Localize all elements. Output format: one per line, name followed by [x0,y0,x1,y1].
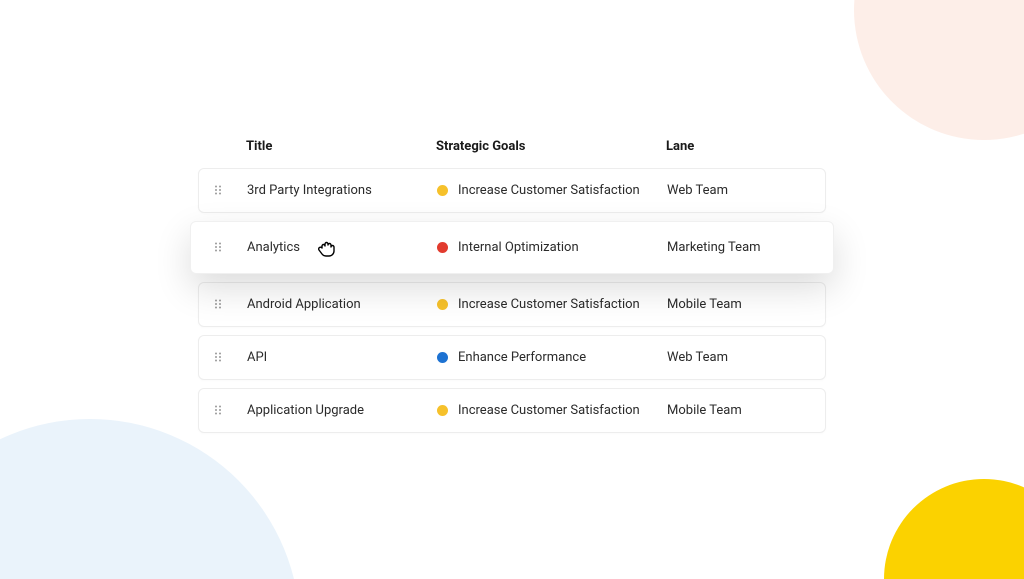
row-lane: Mobile Team [667,297,811,312]
goal-dot-icon [437,352,448,363]
drag-handle-icon[interactable] [213,351,225,363]
row-title: Android Application [247,297,437,312]
header-lane: Lane [666,139,812,154]
drag-handle-icon[interactable] [213,184,225,196]
row-goal: Increase Customer Satisfaction [458,183,640,198]
row-lane: Marketing Team [667,240,811,255]
header-title: Title [246,139,436,154]
items-list: · Title Strategic Goals Lane 3rd Party I… [198,139,826,441]
goal-dot-icon [437,299,448,310]
table-row[interactable]: Android Application Increase Customer Sa… [198,282,826,327]
table-row[interactable]: Application Upgrade Increase Customer Sa… [198,388,826,433]
row-lane: Web Team [667,183,811,198]
goal-dot-icon [437,242,448,253]
row-title: Application Upgrade [247,403,437,418]
drag-handle-icon[interactable] [213,241,225,253]
goal-dot-icon [437,185,448,196]
row-goal: Increase Customer Satisfaction [458,297,640,312]
table-row[interactable]: API Enhance Performance Web Team [198,335,826,380]
goal-dot-icon [437,405,448,416]
row-title: API [247,350,437,365]
table-row[interactable]: Analytics Internal Optimization Marketin… [190,221,834,274]
header-goal: Strategic Goals [436,139,666,154]
row-goal: Increase Customer Satisfaction [458,403,640,418]
row-title: 3rd Party Integrations [247,183,437,198]
row-lane: Web Team [667,350,811,365]
row-goal: Internal Optimization [458,240,579,255]
row-goal: Enhance Performance [458,350,586,365]
drag-handle-icon[interactable] [213,404,225,416]
table-row[interactable]: 3rd Party Integrations Increase Customer… [198,168,826,213]
drag-handle-icon[interactable] [213,298,225,310]
row-title: Analytics [247,240,437,255]
list-header: · Title Strategic Goals Lane [198,139,826,168]
row-lane: Mobile Team [667,403,811,418]
